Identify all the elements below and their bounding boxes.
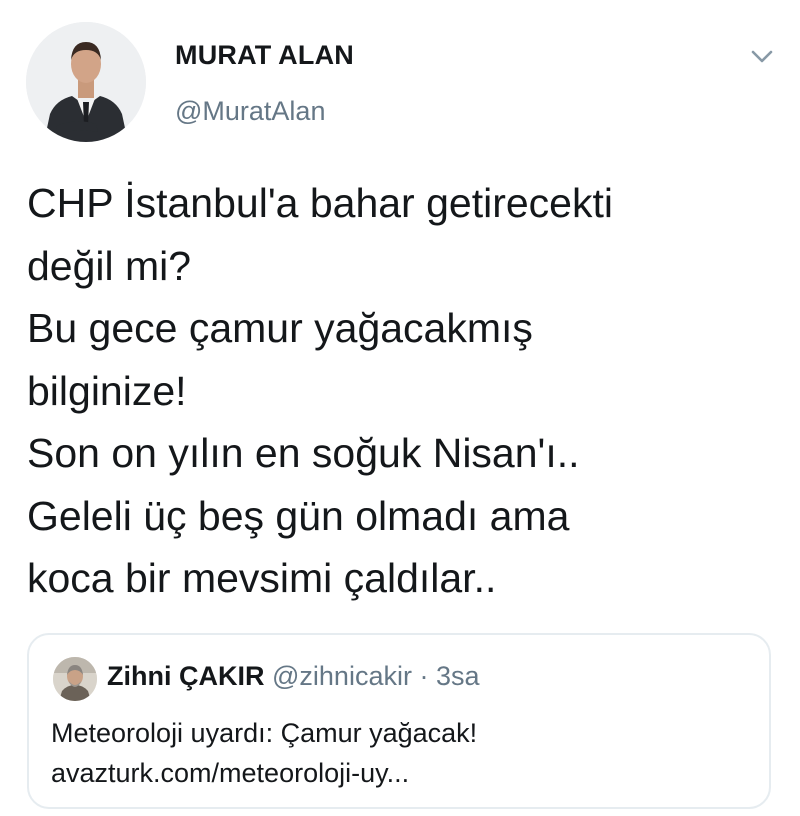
quoted-tweet-text: Meteoroloji uyardı: Çamur yağacak! (51, 718, 478, 748)
meta-separator: · (419, 661, 429, 691)
tweet-text-line: değil mi? (27, 242, 192, 289)
author-handle[interactable]: @MuratAlan (175, 96, 325, 127)
tweet-text-line: koca bir mevsimi çaldılar.. (27, 555, 497, 601)
tweet-text-line: Bu gece çamur yağacakmış (27, 305, 533, 351)
quoted-avatar-photo (53, 657, 97, 701)
tweet-text-line: Son on yılın en soğuk Nisan'ı.. (27, 430, 580, 476)
quoted-author-name[interactable]: Zihni ÇAKIR (107, 661, 264, 691)
quoted-tweet-card[interactable]: Zihni ÇAKIR @zihnicakir · 3sa Meteoroloj… (27, 633, 771, 809)
tweet-text: CHP İstanbul'a bahar getirecekti değil m… (27, 172, 767, 610)
author-avatar[interactable] (26, 22, 146, 142)
tweet-text-line: CHP İstanbul'a bahar getirecekti (27, 180, 613, 226)
avatar-photo (26, 22, 146, 142)
quoted-tweet-link[interactable]: avazturk.com/meteoroloji-uy... (51, 753, 477, 793)
tweet-text-line: bilginize! (27, 367, 187, 414)
tweet-text-line: Geleli üç beş gün olmadı ama (27, 492, 570, 539)
quoted-tweet-time: 3sa (435, 661, 480, 691)
quoted-tweet-body: Meteoroloji uyardı: Çamur yağacak! avazt… (51, 713, 477, 793)
author-display-name[interactable]: MURAT ALAN (175, 40, 354, 71)
quoted-author-avatar[interactable] (53, 657, 97, 701)
quoted-author-handle[interactable]: @zihnicakir (272, 661, 412, 691)
chevron-down-icon[interactable] (746, 40, 778, 72)
quoted-tweet-header: Zihni ÇAKIR @zihnicakir · 3sa (107, 661, 480, 692)
